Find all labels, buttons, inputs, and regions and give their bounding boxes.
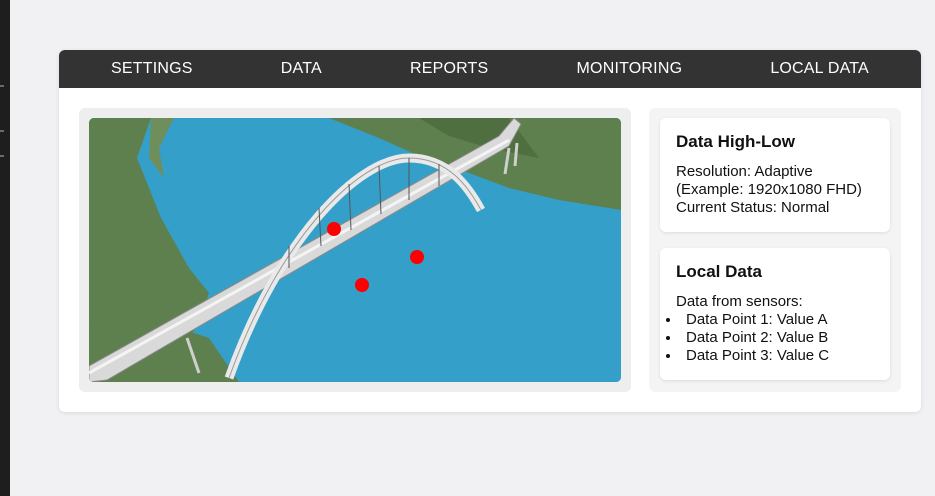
sensor-list: Data Point 1: Value A Data Point 2: Valu… <box>676 311 874 365</box>
nav-reports[interactable]: REPORTS <box>410 60 488 78</box>
bridge-illustration <box>89 118 621 382</box>
resolution-example: (Example: 1920x1080 FHD) <box>676 181 862 198</box>
nav-data[interactable]: DATA <box>281 60 322 78</box>
local-data-intro: Data from sensors: <box>676 293 803 310</box>
list-item: Data Point 3: Value C <box>666 347 874 365</box>
edge-mark <box>0 155 4 157</box>
resolution-text: Resolution: Adaptive <box>676 163 813 180</box>
current-status: Current Status: Normal <box>676 199 830 216</box>
bridge-map-view[interactable] <box>89 118 621 382</box>
high-low-card: Data High-Low Resolution: Adaptive (Exam… <box>660 118 890 232</box>
edge-mark <box>0 85 4 87</box>
dashboard-card: SETTINGS DATA REPORTS MONITORING LOCAL D… <box>59 50 921 412</box>
nav-local-data[interactable]: LOCAL DATA <box>770 60 869 78</box>
local-data-card: Local Data Data from sensors: Data Point… <box>660 248 890 380</box>
list-item: Data Point 2: Value B <box>666 329 874 347</box>
map-panel <box>79 108 631 392</box>
sensor-marker-3[interactable] <box>355 278 369 292</box>
window-edge <box>0 0 10 496</box>
local-data-title: Local Data <box>676 262 762 281</box>
top-navbar: SETTINGS DATA REPORTS MONITORING LOCAL D… <box>59 50 921 88</box>
sensor-marker-2[interactable] <box>410 250 424 264</box>
nav-settings[interactable]: SETTINGS <box>111 60 193 78</box>
high-low-title: Data High-Low <box>676 132 795 151</box>
sensor-marker-1[interactable] <box>327 222 341 236</box>
nav-monitoring[interactable]: MONITORING <box>577 60 683 78</box>
list-item: Data Point 1: Value A <box>666 311 874 329</box>
edge-mark <box>0 130 4 132</box>
side-panel: Data High-Low Resolution: Adaptive (Exam… <box>649 108 901 392</box>
